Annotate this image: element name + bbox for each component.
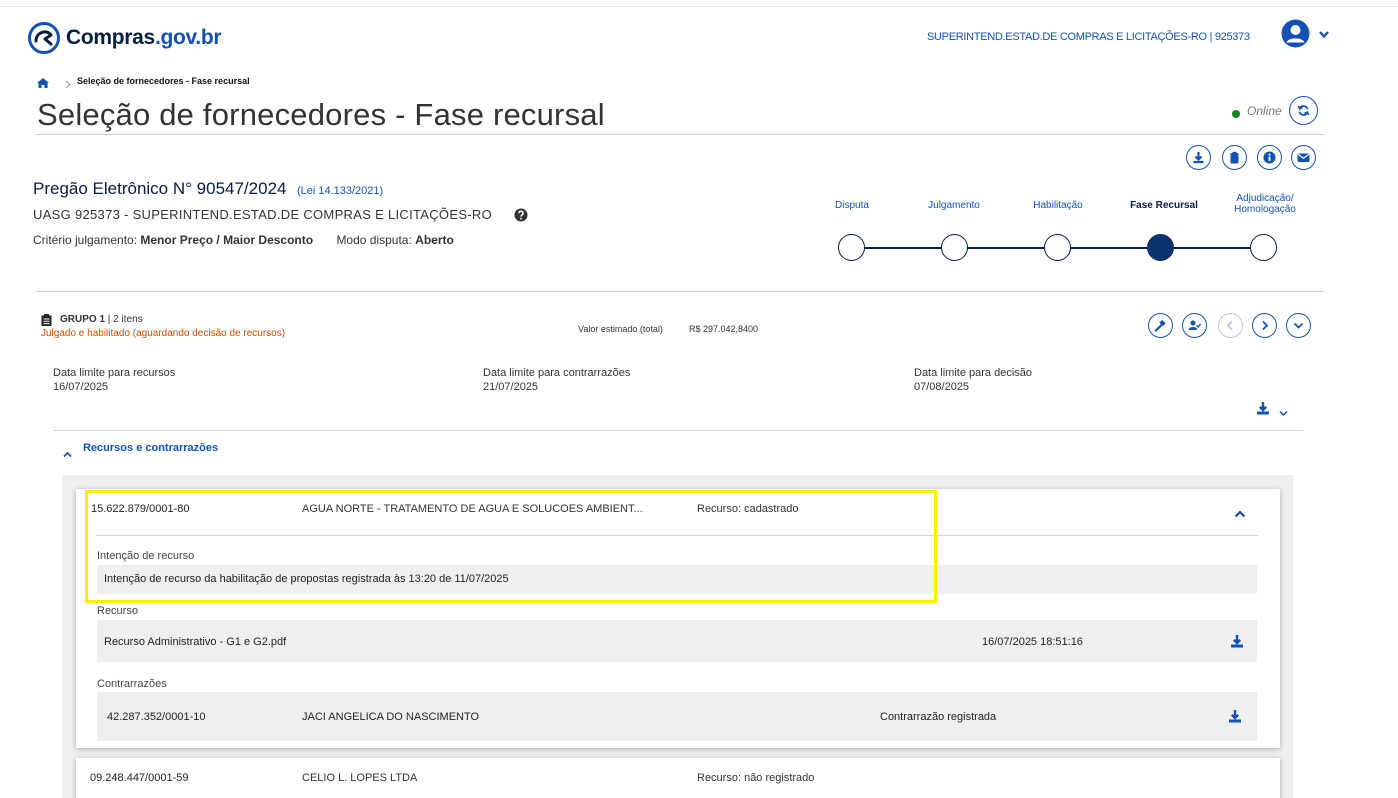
info-icon [1263,151,1276,164]
recurso-download-icon[interactable] [1230,634,1244,648]
email-button[interactable] [1291,145,1316,170]
user-check-button[interactable] [1182,313,1207,338]
step-label-adjudicacao[interactable]: Adjudicação/ Homologação [1224,193,1306,215]
recurso-label: Recurso [97,605,138,617]
grupo-title: GRUPO 1 | 2 itens [60,314,143,325]
deadline-decisao-label: Data limite para decisão [914,367,1033,379]
step-circle-habilitacao[interactable] [1044,234,1071,261]
grupo-status: Julgado e habilitado (aguardando decisão… [41,328,286,339]
contra-name: JACI ANGELICA DO NASCIMENTO [302,711,480,723]
org-link[interactable]: SUPERINTEND.ESTAD.DE COMPRAS E LICITAÇÕE… [927,31,1250,43]
clipboard-button[interactable] [1222,145,1247,170]
step-label-habilitacao[interactable]: Habilitação [1022,200,1094,211]
section-divider [36,291,1324,292]
supplier2-status: Recurso: não registrado [697,772,815,784]
envelope-icon [1297,153,1310,162]
download-icon [1193,152,1204,164]
compras-logo-icon[interactable] [27,21,61,55]
criterio-label: Critério julgamento: [33,233,138,247]
deadline-recursos-value: 16/07/2025 [53,381,109,393]
breadcrumb-chevron-right-icon [65,76,71,89]
collapse-recursos-chevron-up-icon[interactable] [63,445,72,458]
recurso-file[interactable]: Recurso Administrativo - G1 e G2.pdf [104,636,286,648]
step-circle-julgamento[interactable] [941,234,968,261]
contra-cnpj: 42.287.352/0001-10 [107,711,206,723]
step-circle-fase-recursal[interactable] [1147,234,1174,261]
highlight-box [85,490,937,603]
chevron-down-icon [1293,322,1304,329]
criterio-value: Menor Preço / Maior Desconto [140,233,314,247]
grupo-name: GRUPO 1 [60,314,106,325]
step-label-julgamento[interactable]: Julgamento [918,200,990,211]
deadlines-divider [53,430,1303,431]
deadline-recursos-label: Data limite para recursos [53,367,176,379]
logo-suffix: .gov.br [154,26,222,49]
clipboard-list-icon [41,313,52,326]
supplier2-name: CELIO L. LOPES LTDA [302,772,418,784]
lei-link[interactable]: (Lei 14.133/2021) [297,185,383,197]
page-title: Seleção de fornecedores - Fase recursal [37,97,605,132]
gavel-button[interactable] [1148,313,1173,338]
download-button[interactable] [1186,145,1211,170]
modo-label: Modo disputa: [336,233,412,247]
deadline-contrarrazoes-value: 21/07/2025 [483,381,539,393]
grupo-items: | 2 itens [107,314,143,325]
valor-label: Valor estimado (total) [578,324,663,334]
step-label-fase-recursal[interactable]: Fase Recursal [1122,200,1206,211]
deadlines-download-icon[interactable] [1256,401,1270,415]
contrarrazoes-label: Contrarrazões [97,678,167,690]
gavel-icon [1154,319,1166,332]
step-label-disputa[interactable]: Disputa [816,200,888,211]
user-avatar-icon[interactable] [1281,19,1310,48]
contra-status: Contrarrazão registrada [880,711,997,723]
recurso-date: 16/07/2025 18:51:16 [982,636,1083,648]
online-status-dot [1232,110,1240,118]
chevron-left-icon [1226,320,1233,331]
modo-value: Aberto [415,233,454,247]
user-check-icon [1188,320,1201,330]
collapse-supplier1-chevron-up-icon[interactable] [1234,505,1246,518]
refresh-icon [1297,105,1310,116]
download-options-chevron-down-icon[interactable] [1279,404,1288,417]
supplier-card-2[interactable] [76,758,1280,798]
supplier2-cnpj: 09.248.447/0001-59 [90,772,189,784]
clipboard-icon [1230,151,1239,164]
contrarrazoes-row [97,692,1257,741]
online-status-text: Online [1247,104,1282,118]
next-button[interactable] [1252,313,1277,338]
step-circle-adjudicacao[interactable] [1250,234,1277,261]
criterio-row: Critério julgamento: Menor Preço / Maior… [33,233,454,247]
deadline-contrarrazoes-label: Data limite para contrarrazões [483,367,631,379]
logo-main: Compras [66,26,155,49]
previous-button[interactable] [1218,313,1243,338]
valor-value: R$ 297.042,8400 [689,324,759,334]
title-divider [36,134,1324,135]
step-circle-disputa[interactable] [838,234,865,261]
pregao-header: Pregão Eletrônico N° 90547/2024 (Lei 14.… [33,179,383,199]
uasg-text: UASG 925373 - SUPERINTEND.ESTAD.DE COMPR… [33,207,493,222]
contrarrazao-download-icon[interactable] [1228,709,1242,723]
help-icon[interactable] [514,208,528,222]
info-button[interactable] [1257,145,1282,170]
deadline-decisao-value: 07/08/2025 [914,381,970,393]
home-icon[interactable] [37,75,49,88]
chevron-right-icon [1262,320,1269,331]
top-strip [0,0,1398,7]
breadcrumb-current: Seleção de fornecedores - Fase recursal [77,76,250,86]
recursos-section-title[interactable]: Recursos e contrarrazões [83,442,218,454]
refresh-button[interactable] [1289,96,1318,125]
expand-grupo-button[interactable] [1286,313,1311,338]
pregao-title: Pregão Eletrônico N° 90547/2024 [33,179,287,198]
logo-text[interactable]: Compras.gov.br [66,26,222,50]
user-menu-chevron-down-icon[interactable] [1318,27,1330,39]
